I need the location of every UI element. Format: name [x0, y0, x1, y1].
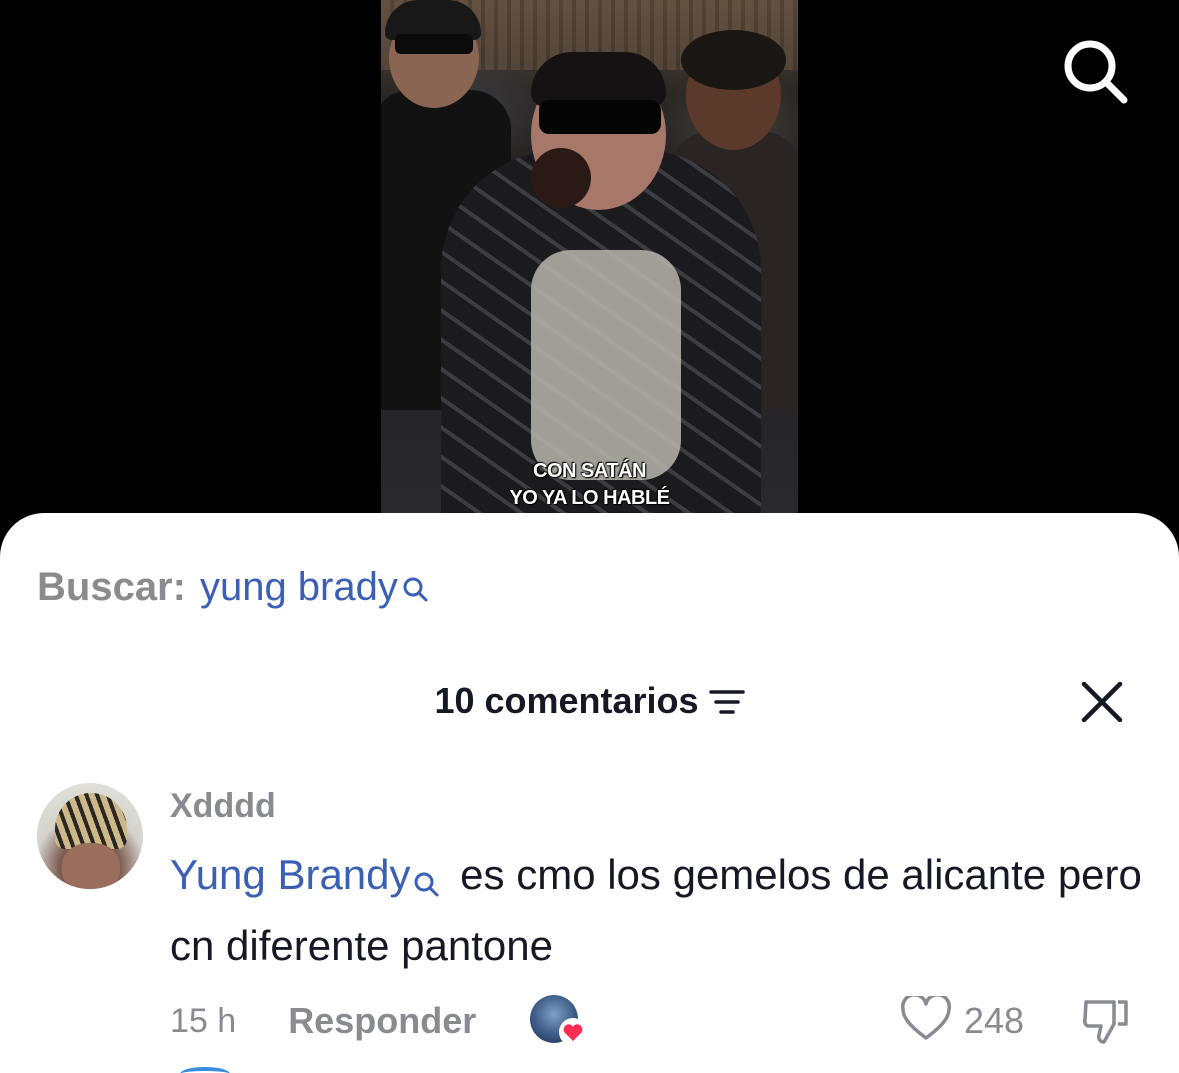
heart-outline-icon[interactable]: [900, 992, 952, 1047]
avatar[interactable]: [37, 783, 143, 889]
video-figure: [681, 30, 786, 90]
heart-icon: [558, 1017, 588, 1047]
comment-timestamp: 15 h: [170, 1001, 237, 1040]
comments-title: 10 comentarios: [434, 680, 699, 721]
avatar-image: [55, 793, 127, 849]
comment-meta: 15 h Responder: [170, 996, 476, 1046]
search-icon[interactable]: [1058, 34, 1130, 106]
sort-icon[interactable]: [708, 683, 745, 725]
video-caption-line2: YO YA LO HABLÉ: [509, 487, 670, 509]
like-count: 248: [964, 1000, 1025, 1041]
reply-button[interactable]: Responder: [288, 1000, 476, 1042]
search-suggestion-label: Buscar:: [37, 565, 186, 609]
comment-mention[interactable]: Yung Brandy: [170, 851, 411, 898]
creator-liked-badge: [530, 995, 588, 1047]
comments-header: 10 comentarios: [0, 676, 1179, 726]
video-figure: [531, 250, 681, 480]
video-figure: [539, 100, 661, 134]
video-figure: [531, 52, 666, 107]
avatar-image: [62, 843, 120, 889]
comment-username[interactable]: Xdddd: [170, 787, 276, 826]
video-figure: [395, 34, 473, 54]
search-icon: [402, 567, 428, 612]
video-figure: [531, 148, 591, 208]
video-caption-line1: CON SATÁN: [533, 460, 646, 482]
dislike-icon[interactable]: [1080, 996, 1132, 1046]
screen: CON SATÁN YO YA LO HABLÉ Buscar: yung br…: [0, 0, 1179, 1073]
close-icon[interactable]: [1080, 681, 1124, 723]
search-suggestion-query[interactable]: yung brady: [200, 565, 398, 610]
video-player[interactable]: CON SATÁN YO YA LO HABLÉ: [381, 0, 798, 520]
search-suggestion[interactable]: Buscar: yung brady: [37, 565, 428, 611]
comment-text: Yung Brandy es cmo los gemelos de alican…: [170, 843, 1160, 977]
like-button[interactable]: 248: [900, 992, 1025, 1047]
search-icon: [413, 851, 439, 914]
